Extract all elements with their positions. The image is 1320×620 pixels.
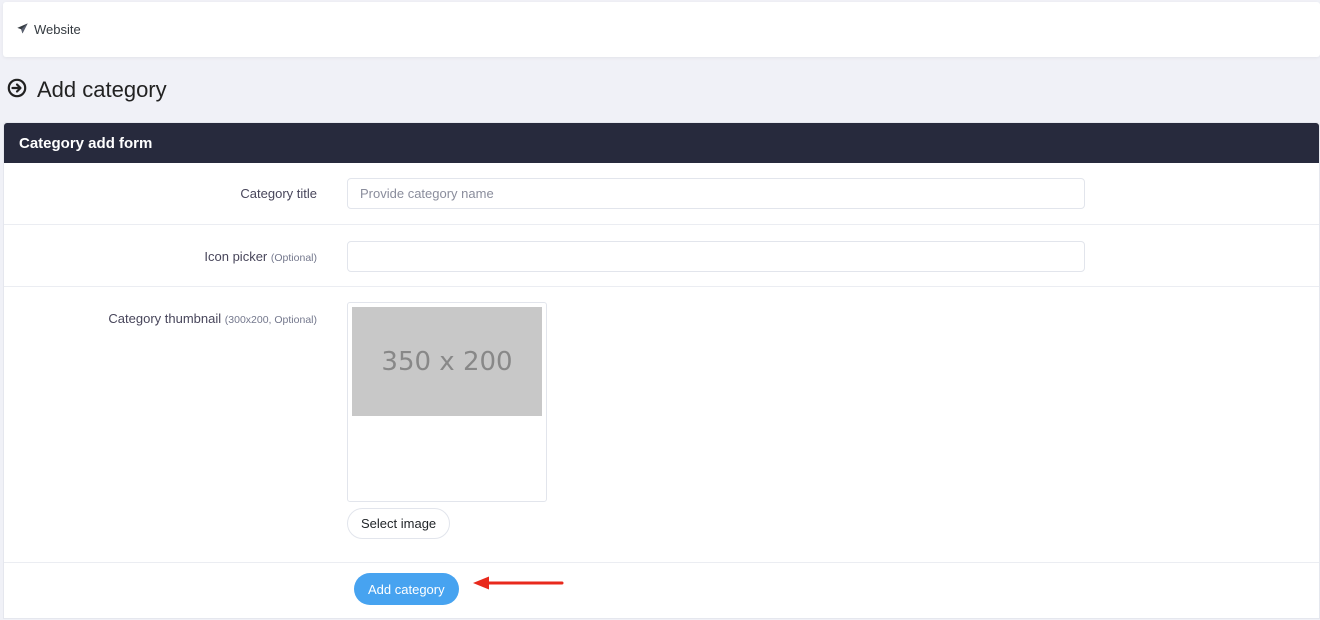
icon-picker-input[interactable] <box>347 241 1085 272</box>
icon-picker-row: Icon picker (Optional) <box>4 225 1319 287</box>
page-title: Add category <box>37 77 167 102</box>
category-thumbnail-hint: (300x200, Optional) <box>224 314 317 326</box>
category-thumbnail-row: Category thumbnail (300x200, Optional) 3… <box>4 287 1319 563</box>
category-add-card: Category add form Category title Icon pi… <box>3 122 1320 619</box>
arrow-left-icon <box>472 576 564 595</box>
select-image-button[interactable]: Select image <box>347 508 451 539</box>
icon-picker-label: Icon picker (Optional) <box>204 249 317 264</box>
paper-plane-icon <box>17 22 28 37</box>
icon-picker-hint: (Optional) <box>270 252 317 264</box>
category-title-label: Category title <box>240 186 317 201</box>
circle-arrow-right-icon <box>7 78 27 103</box>
website-link-label: Website <box>34 22 81 37</box>
icon-picker-label-text: Icon picker <box>204 249 268 264</box>
category-thumbnail-label-text: Category thumbnail <box>108 311 222 326</box>
thumbnail-preview[interactable]: 350 x 200 <box>347 302 547 502</box>
top-navbar: Website <box>3 2 1320 57</box>
page-header: Add category <box>7 74 167 106</box>
thumbnail-placeholder-image: 350 x 200 <box>352 307 542 416</box>
card-header: Category add form <box>4 123 1319 163</box>
category-title-row: Category title <box>4 163 1319 225</box>
category-title-input[interactable] <box>347 178 1085 209</box>
submit-row: Add category <box>4 563 1319 620</box>
website-link[interactable]: Website <box>17 22 81 37</box>
category-thumbnail-label: Category thumbnail (300x200, Optional) <box>108 311 317 326</box>
add-category-button[interactable]: Add category <box>354 573 459 605</box>
